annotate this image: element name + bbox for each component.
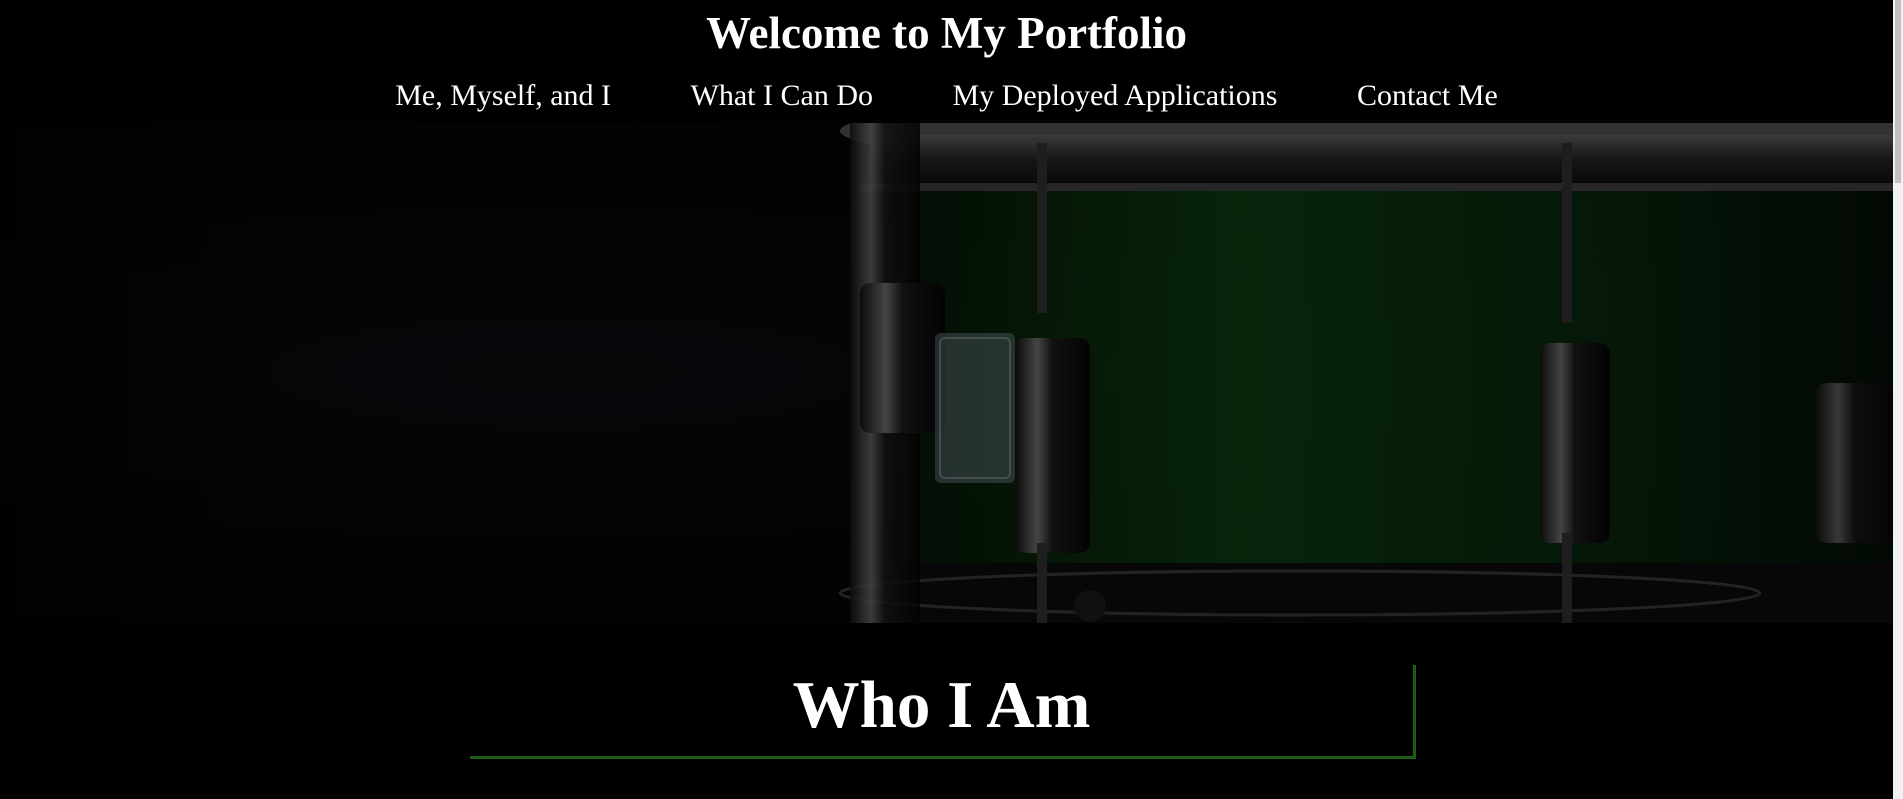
nav-link-about[interactable]: Me, Myself, and I bbox=[395, 78, 611, 114]
portfolio-page: Welcome to My Portfolio Me, Myself, and … bbox=[0, 0, 1903, 799]
section-heading: Who I Am bbox=[792, 668, 1091, 742]
site-title: Welcome to My Portfolio bbox=[705, 8, 1188, 58]
snare-drum-image bbox=[0, 123, 1893, 623]
nav-link-applications[interactable]: My Deployed Applications bbox=[952, 78, 1277, 114]
who-i-am-section: Who I Am bbox=[470, 665, 1416, 759]
site-header: Welcome to My Portfolio Me, Myself, and … bbox=[0, 0, 1893, 123]
main-nav: Me, Myself, and I What I Can Do My Deplo… bbox=[0, 78, 1893, 114]
scrollbar-thumb[interactable] bbox=[1895, 0, 1901, 183]
page-scrollbar[interactable] bbox=[1893, 0, 1903, 799]
hero-banner bbox=[0, 123, 1893, 623]
nav-link-contact[interactable]: Contact Me bbox=[1357, 78, 1498, 114]
nav-link-skills[interactable]: What I Can Do bbox=[691, 78, 873, 114]
